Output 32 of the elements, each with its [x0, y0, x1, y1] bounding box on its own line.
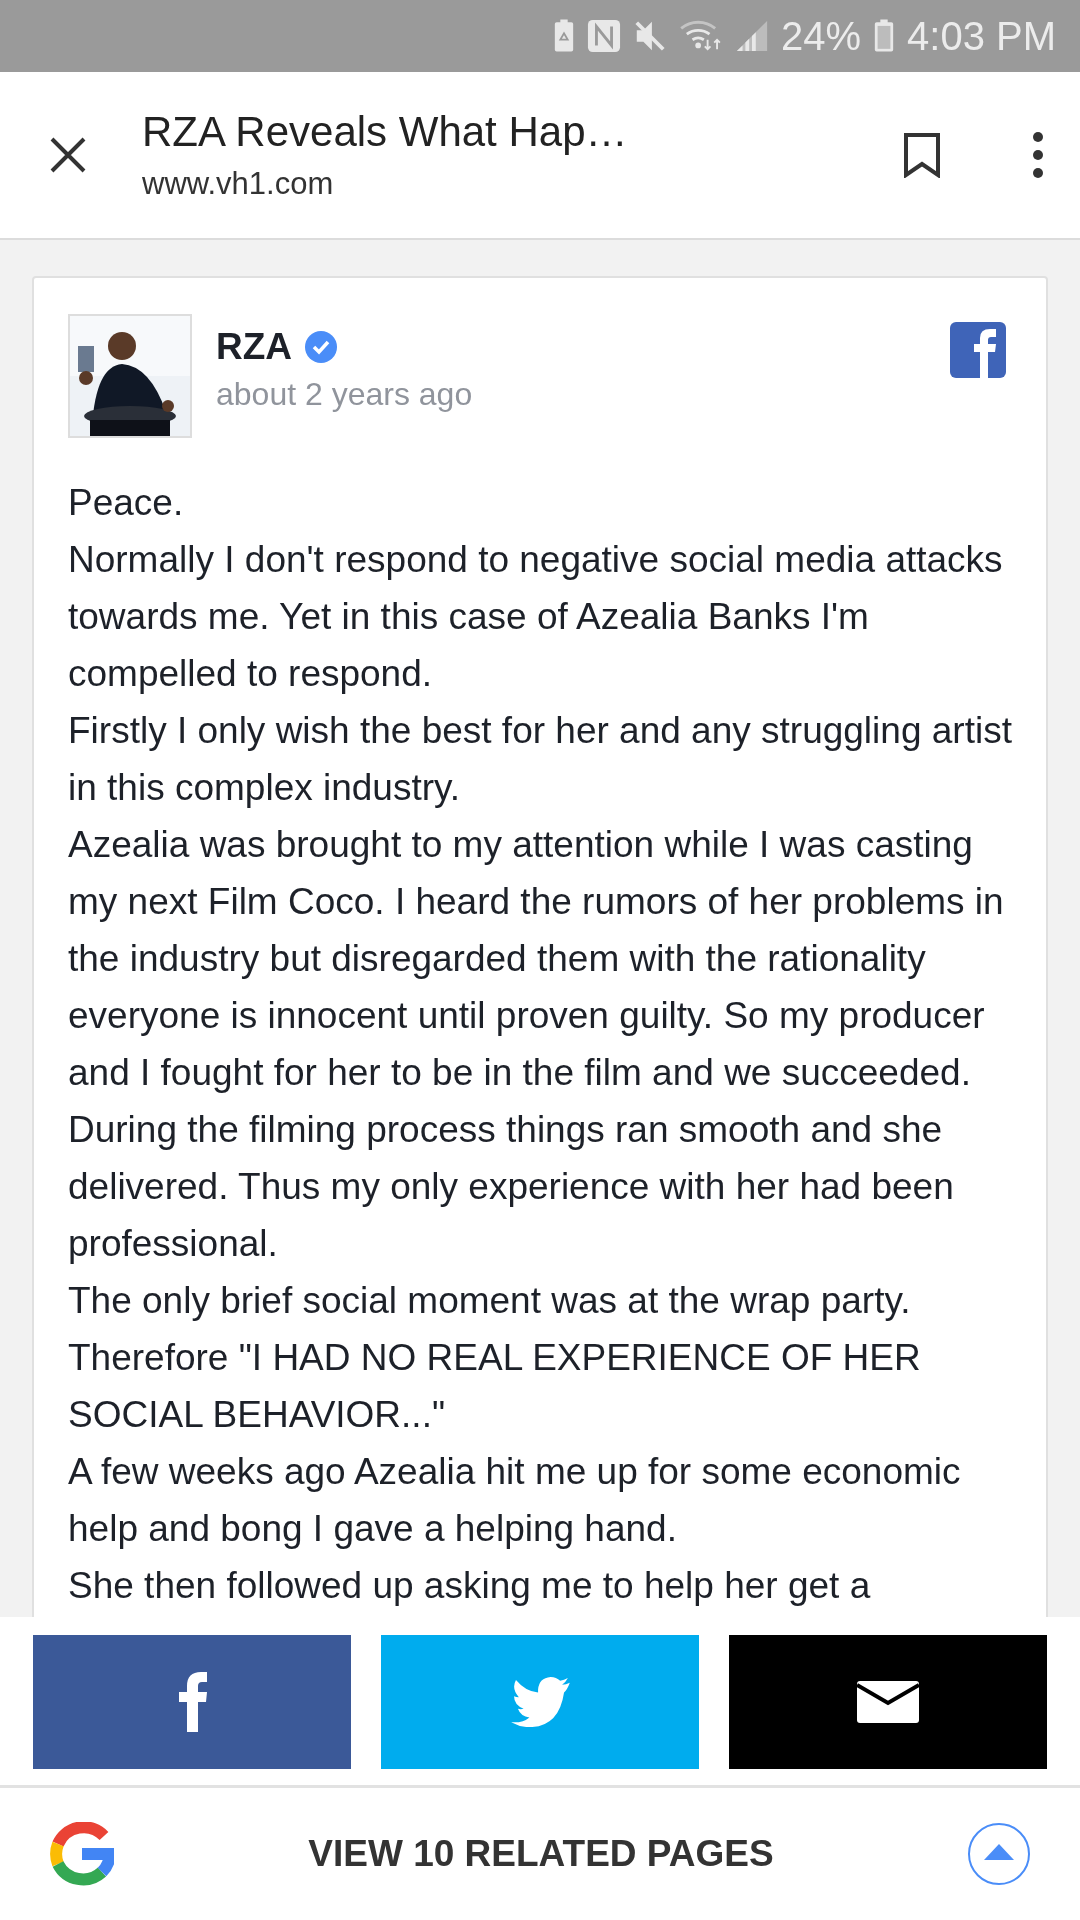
post-text: Peace.: [68, 481, 185, 525]
facebook-icon: [950, 322, 1006, 378]
post-time: about 2 years ago: [216, 376, 473, 413]
post-text: Normally I don't respond to negative social media attacks towards me. Yet in this case of Azealia Banks I'm compelled to respond.: [68, 538, 1004, 696]
post-text: Firstly I only wish the best for her and any struggling artist in this complex industry.: [68, 709, 1012, 810]
page-url: www.vh1.com: [142, 166, 335, 202]
post-text: The only brief social moment was at the wrap party.: [68, 1279, 912, 1323]
post-text: Azealia was brought to my attention while I was casting my next Film Coco. I heard the rumors of her problems in the industry but disregarded them with the rationality everyone is innocent until proven guilty. So my producer and I fought for her to be in the film and we succeeded. During the filming process things ran smooth and she delivered. Thus my only experience with her had been professional.: [68, 823, 1005, 1266]
bookmark-button[interactable]: [902, 132, 942, 178]
battery-percent: 24%: [780, 13, 862, 59]
nfc-icon: [586, 19, 621, 53]
bird-icon: [509, 1677, 571, 1727]
email-share-button[interactable]: [729, 1635, 1047, 1769]
facebook-icon: [177, 1672, 207, 1732]
wifi-icon: [678, 19, 723, 53]
post-text: She then followed up asking me to help her get a: [68, 1564, 872, 1608]
post-text: Therefore "I HAD NO REAL EXPERIENCE OF HER SOCIAL BEHAVIOR...": [68, 1336, 922, 1437]
envelope-icon: [857, 1681, 919, 1723]
more-options-button[interactable]: [1032, 132, 1044, 178]
page-title: RZA Reveals What Hap…: [142, 108, 629, 156]
close-button[interactable]: [48, 135, 88, 175]
clock: 4:03 PM: [907, 13, 1056, 59]
battery-icon: [873, 19, 896, 53]
triangle-up-icon: [984, 1844, 1014, 1860]
g-logo-icon: [50, 1822, 114, 1886]
battery-saver-icon: [552, 19, 575, 53]
twitter-share-button[interactable]: [381, 1635, 699, 1769]
view-related-pages-button[interactable]: VIEW 10 RELATED PAGES: [114, 1832, 968, 1876]
facebook-share-button[interactable]: [33, 1635, 351, 1769]
post-text: A few weeks ago Azealia hit me up for some economic help and bong I gave a helping hand.: [68, 1450, 962, 1551]
signal-icon: [734, 19, 769, 53]
author-name: RZA: [216, 326, 293, 368]
